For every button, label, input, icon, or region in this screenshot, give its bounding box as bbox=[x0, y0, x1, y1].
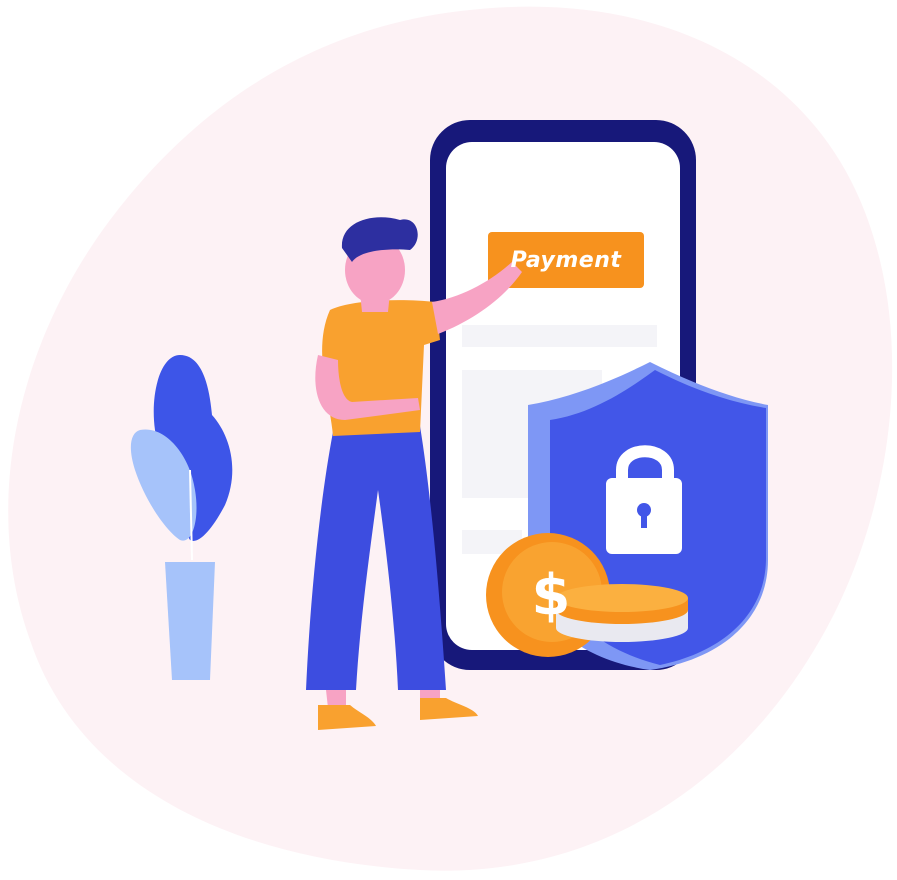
plant-vase bbox=[165, 562, 215, 680]
dollar-sign-icon: $ bbox=[531, 562, 571, 628]
illustration-canvas bbox=[8, 6, 893, 871]
payment-security-illustration: Payment $ bbox=[0, 0, 897, 880]
payment-button-label[interactable]: Payment bbox=[488, 232, 644, 288]
screen-line-1 bbox=[462, 325, 657, 347]
